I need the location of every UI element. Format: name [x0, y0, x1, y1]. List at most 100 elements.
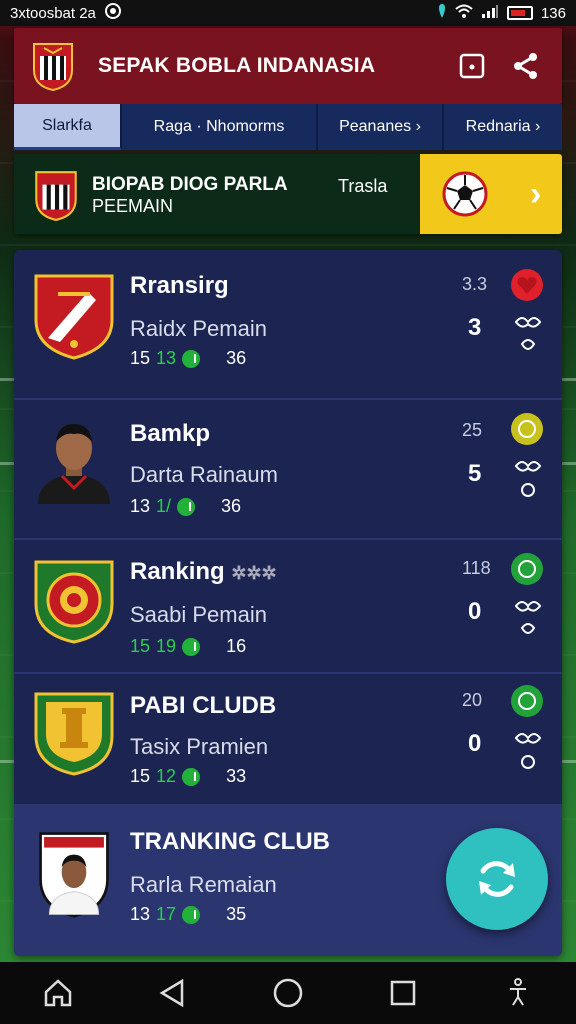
row-small-value: 20	[462, 690, 483, 710]
ornament-icon[interactable]	[512, 456, 544, 502]
row-stats: 13 17 35	[130, 904, 246, 925]
location-icon	[437, 3, 447, 23]
chevron-right-icon: ›	[529, 174, 542, 213]
status-text: 3xtoosbat 2a	[10, 4, 96, 22]
app-bar: SEPAK BOBLA INDANASIA	[14, 28, 562, 104]
share-icon	[514, 53, 537, 79]
club-crest-icon	[34, 692, 114, 776]
row-name: Bamkp	[130, 420, 211, 447]
stat-b: 17	[156, 904, 177, 924]
stat-a: 15	[130, 766, 151, 786]
stat-c: 36	[221, 496, 242, 516]
stat-a: 13	[130, 904, 151, 924]
soccer-ball-icon	[442, 171, 488, 217]
ornament-icon[interactable]	[512, 312, 544, 358]
club-logo-icon	[33, 43, 73, 92]
stat-c: 16	[226, 636, 247, 656]
accessibility-icon	[510, 978, 527, 1006]
circle-home-icon	[273, 978, 303, 1008]
stat-a: 15	[130, 636, 151, 656]
row-small-value: 3.3	[462, 274, 488, 294]
club-logo-icon	[35, 171, 77, 221]
status-left: 3xtoosbat 2a	[10, 2, 437, 24]
navigation-bar	[0, 962, 576, 1024]
list-item[interactable]: Bamkp Darta Rainaum 13 1/ 36 25 5	[14, 400, 562, 540]
row-name: TRANKING CLUB	[130, 828, 330, 855]
row-name: Ranking ✲✲✲	[130, 558, 277, 586]
row-small-value: 118	[462, 558, 491, 578]
badge-icon	[511, 553, 543, 585]
stat-a: 13	[130, 496, 151, 516]
player-avatar	[38, 424, 110, 504]
stat-b: 1/	[156, 496, 172, 516]
club-crest-icon	[34, 274, 114, 360]
tab-slarkfa[interactable]: Slarkfa	[14, 104, 122, 150]
notification-icon	[104, 2, 122, 24]
ornament-icon[interactable]	[512, 596, 544, 642]
tab-raga[interactable]: Raga · Nhomorms	[122, 104, 318, 150]
banner-subtitle: PEEMAIN	[92, 196, 174, 216]
row-subtitle: Raidx Pemain	[130, 316, 267, 341]
back-button[interactable]	[151, 971, 195, 1015]
status-bar: 3xtoosbat 2a 136	[0, 0, 576, 26]
back-icon	[159, 978, 184, 1008]
status-right: 136	[437, 3, 566, 23]
battery-icon	[506, 6, 533, 20]
row-subtitle: Darta Rainaum	[130, 462, 278, 487]
badge-icon	[511, 413, 543, 445]
row-small-value: 25	[462, 420, 483, 440]
stat-b: 19	[156, 636, 177, 656]
check-icon	[182, 637, 201, 656]
square-button[interactable]	[452, 46, 492, 86]
recents-icon	[390, 980, 416, 1006]
row-name-extra: ✲✲✲	[231, 563, 277, 583]
row-subtitle: Tasix Pramien	[130, 734, 269, 759]
row-stats: 15 12 33	[130, 766, 246, 787]
ornament-icon[interactable]	[512, 728, 544, 774]
row-name: PABI CLUDB	[130, 692, 277, 719]
check-icon	[182, 349, 201, 368]
recents-button[interactable]	[381, 971, 425, 1015]
app-title: SEPAK BOBLA INDANASIA	[98, 54, 376, 77]
row-stats: 15 19 16	[130, 636, 246, 657]
stat-b: 13	[156, 348, 177, 368]
home-button[interactable]	[36, 971, 80, 1015]
circle-home-button[interactable]	[266, 971, 310, 1015]
list-item[interactable]: Ranking ✲✲✲ Saabi Pemain 15 19 16 118 0	[14, 540, 562, 674]
list-item[interactable]: PABI CLUDB Tasix Pramien 15 12 33 20 0	[14, 674, 562, 806]
refresh-fab[interactable]	[446, 828, 548, 930]
player-avatar	[39, 832, 109, 918]
square-icon	[459, 53, 485, 79]
accessibility-button[interactable]	[496, 971, 540, 1015]
row-subtitle: Saabi Pemain	[130, 602, 267, 627]
row-stats: 13 1/ 36	[130, 496, 241, 517]
tab-peananes[interactable]: Peananes ›	[318, 104, 444, 150]
check-icon	[177, 497, 196, 516]
status-time: 136	[540, 4, 566, 22]
badge-icon	[511, 685, 543, 717]
tab-bar: Slarkfa Raga · Nhomorms Peananes › Redna…	[14, 104, 562, 150]
home-icon	[44, 979, 71, 1007]
signal-icon	[481, 4, 499, 22]
stat-a: 15	[130, 348, 151, 368]
row-name: Rransirg	[130, 272, 229, 299]
promo-banner[interactable]: BIOPAB DIOG PARLA PEEMAIN Trasla ›	[14, 154, 562, 234]
list-item[interactable]: Rransirg Raidx Pemain 15 13 36 3.3 3	[14, 250, 562, 400]
row-score: 5	[468, 460, 482, 487]
row-stats: 15 13 36	[130, 348, 246, 369]
row-score: 0	[468, 598, 482, 625]
stat-c: 35	[226, 904, 247, 924]
banner-tag: Trasla	[338, 176, 388, 196]
stat-b: 12	[156, 766, 177, 786]
tab-rednaria[interactable]: Rednaria ›	[444, 104, 562, 150]
check-icon	[182, 767, 201, 786]
row-score: 0	[468, 730, 482, 757]
club-crest-icon	[34, 560, 114, 644]
check-icon	[182, 905, 201, 924]
refresh-icon	[479, 861, 515, 897]
row-name-text: Ranking	[130, 558, 225, 585]
row-score: 3	[468, 314, 482, 341]
stat-c: 33	[226, 766, 247, 786]
share-button[interactable]	[506, 46, 546, 86]
banner-cta[interactable]: ›	[420, 154, 562, 234]
